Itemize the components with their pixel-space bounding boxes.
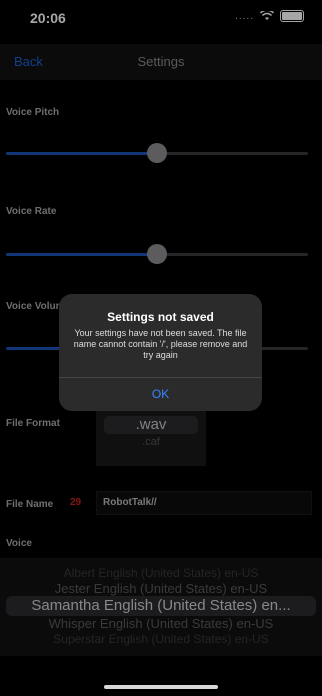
alert-title: Settings not saved: [107, 310, 214, 324]
alert-dialog: Settings not saved Your settings have no…: [59, 294, 262, 411]
home-indicator[interactable]: [104, 685, 218, 689]
ok-button[interactable]: OK: [59, 378, 262, 411]
alert-message: Your settings have not been saved. The f…: [73, 328, 248, 360]
